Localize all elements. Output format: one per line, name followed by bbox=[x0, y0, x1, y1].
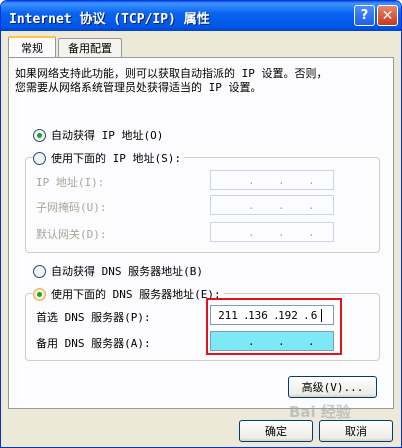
default-gateway-label: 默认网关(D): bbox=[36, 228, 107, 241]
ip-dot: . bbox=[308, 199, 315, 212]
ip-dot: . bbox=[278, 226, 285, 239]
radio-manual-ip[interactable]: 使用下面的 IP 地址(S): bbox=[33, 150, 184, 166]
intro-text: 如果网络支持此功能，则可以获取自动指派的 IP 设置。否则， 您需要从网络系统管… bbox=[15, 67, 328, 94]
ip-dot: . bbox=[278, 199, 285, 212]
ip-dot: . bbox=[248, 174, 255, 187]
subnet-mask-label: 子网掩码(U): bbox=[36, 201, 107, 214]
advanced-button[interactable]: 高级(V)... bbox=[288, 376, 377, 398]
window-title: Internet 协议 (TCP/IP) 属性 bbox=[9, 12, 210, 27]
ip-dot: . bbox=[308, 174, 315, 187]
radio-manual-dns[interactable]: 使用下面的 DNS 服务器地址(E): bbox=[33, 286, 224, 302]
tab-general[interactable]: 常规 bbox=[8, 36, 56, 57]
ip-address-field[interactable]: . . . bbox=[210, 170, 334, 190]
radio-manual-ip-indicator[interactable] bbox=[33, 151, 46, 165]
radio-auto-dns-label: 自动获得 DNS 服务器地址(B) bbox=[51, 265, 203, 278]
preferred-dns-label: 首选 DNS 服务器(P): bbox=[36, 311, 151, 324]
subnet-mask-field[interactable]: . . . bbox=[210, 195, 334, 215]
radio-auto-ip-label: 自动获得 IP 地址(O) bbox=[51, 129, 164, 142]
help-icon: ? bbox=[360, 8, 369, 23]
radio-manual-dns-indicator[interactable] bbox=[33, 287, 46, 301]
red-highlight-box bbox=[206, 298, 342, 355]
ip-address-label: IP 地址(I): bbox=[36, 176, 105, 189]
ip-dot: . bbox=[278, 174, 285, 187]
tcpip-properties-dialog: Internet 协议 (TCP/IP) 属性 ? ✕ 常规 备用配置 如果网络… bbox=[0, 0, 402, 448]
radio-auto-ip[interactable]: 自动获得 IP 地址(O) bbox=[33, 127, 167, 143]
ip-dot: . bbox=[308, 226, 315, 239]
default-gateway-field[interactable]: . . . bbox=[210, 222, 334, 242]
radio-manual-ip-label: 使用下面的 IP 地址(S): bbox=[51, 152, 181, 165]
help-button[interactable]: ? bbox=[354, 5, 375, 26]
ip-dot: . bbox=[248, 226, 255, 239]
ip-dot: . bbox=[248, 199, 255, 212]
alternate-dns-label: 备用 DNS 服务器(A): bbox=[36, 337, 151, 350]
radio-auto-ip-indicator[interactable] bbox=[33, 128, 46, 142]
radio-manual-dns-label: 使用下面的 DNS 服务器地址(E): bbox=[51, 288, 221, 301]
tab-alternate-config[interactable]: 备用配置 bbox=[58, 38, 122, 57]
baidu-watermark: Bai 经验 bbox=[289, 403, 351, 421]
radio-auto-dns-indicator[interactable] bbox=[33, 264, 46, 278]
close-button[interactable]: ✕ bbox=[377, 5, 398, 26]
title-bar[interactable]: Internet 协议 (TCP/IP) 属性 ? ✕ bbox=[1, 1, 401, 31]
close-icon: ✕ bbox=[381, 7, 394, 24]
radio-auto-dns[interactable]: 自动获得 DNS 服务器地址(B) bbox=[33, 263, 206, 279]
cancel-button[interactable]: 取消 bbox=[319, 420, 393, 442]
ok-button[interactable]: 确定 bbox=[239, 420, 313, 442]
